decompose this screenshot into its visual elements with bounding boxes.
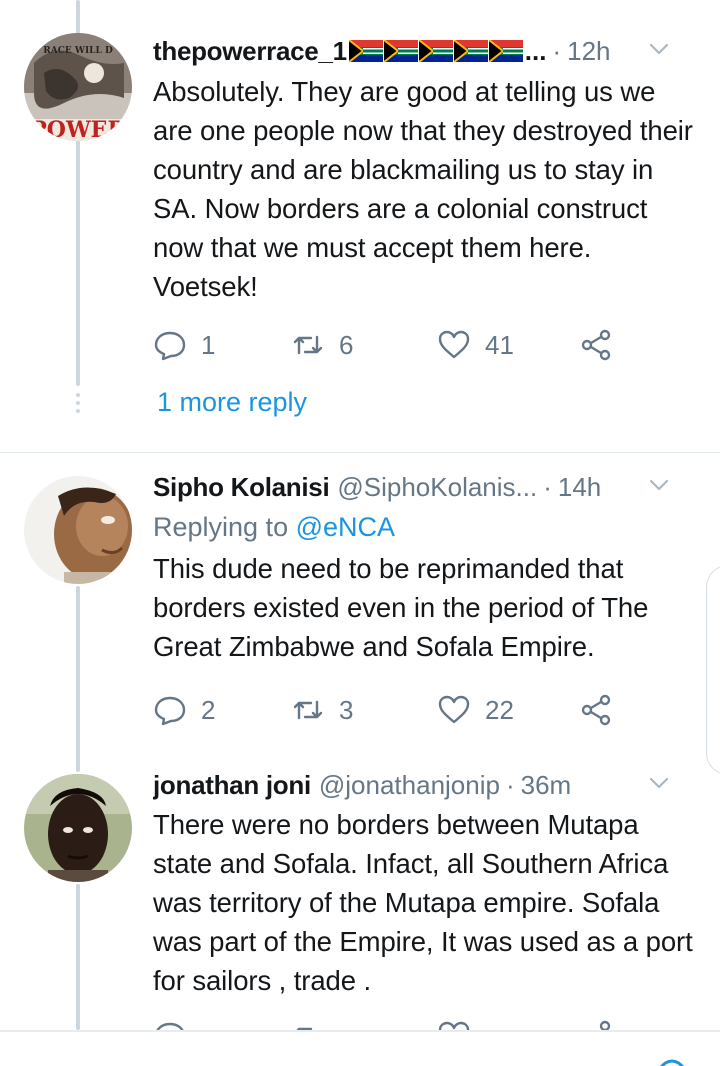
retweet-button[interactable] xyxy=(291,1016,325,1030)
like-icon xyxy=(438,695,470,724)
south-africa-flag-icon xyxy=(418,40,453,62)
separator-dot: · xyxy=(543,471,552,502)
avatar[interactable] xyxy=(24,476,132,584)
share-button[interactable] xyxy=(579,1016,613,1030)
tweet-text: There were no borders between Mutapa sta… xyxy=(153,809,693,996)
divider xyxy=(0,452,720,453)
like-icon xyxy=(438,330,470,359)
share-button[interactable] xyxy=(579,325,613,365)
retweet-count: 3 xyxy=(339,694,354,725)
avatar[interactable] xyxy=(24,774,132,882)
share-icon xyxy=(599,1020,611,1030)
south-africa-flag-icon xyxy=(453,40,488,62)
more-replies-link[interactable]: 1 more reply xyxy=(157,387,307,418)
south-africa-flag-icon xyxy=(383,40,418,62)
flag-emojis xyxy=(348,40,523,62)
like-icon xyxy=(438,1021,470,1030)
retweet-button[interactable]: 6 xyxy=(291,325,353,365)
retweet-count: 6 xyxy=(339,329,354,360)
like-button[interactable]: 22 xyxy=(437,690,514,730)
svg-text:POWER: POWER xyxy=(30,117,126,141)
south-africa-flag-icon xyxy=(488,40,523,62)
thread-line xyxy=(76,586,80,772)
timestamp[interactable]: 36m xyxy=(521,770,572,801)
reply-button[interactable]: 1 xyxy=(153,325,215,365)
replying-to: Replying to @eNCA xyxy=(153,512,396,542)
compose-icon[interactable] xyxy=(656,1056,688,1066)
scroll-handle[interactable] xyxy=(706,565,720,775)
share-icon xyxy=(581,694,611,726)
chevron-down-icon[interactable] xyxy=(646,770,672,796)
retweet-icon xyxy=(293,700,323,720)
thread-line xyxy=(76,884,80,1030)
svg-text:RACE WILL D: RACE WILL D xyxy=(43,46,113,56)
avatar[interactable]: RACE WILL D POWER xyxy=(24,33,132,141)
tweet-text: This dude need to be reprimanded that bo… xyxy=(153,553,649,662)
bottom-bar xyxy=(0,1030,720,1066)
chevron-down-icon[interactable] xyxy=(646,472,672,498)
timestamp[interactable]: 12h xyxy=(567,36,610,67)
display-name[interactable]: jonathan joni xyxy=(153,770,311,801)
name-truncation: ... xyxy=(524,35,547,66)
like-count: 22 xyxy=(485,694,514,725)
reply-button[interactable] xyxy=(153,1016,187,1030)
share-icon xyxy=(581,329,611,361)
user-handle[interactable]: @SiphoKolanis... xyxy=(337,472,537,503)
user-handle[interactable]: @jonathanjonip xyxy=(319,770,500,801)
separator-dot: · xyxy=(552,35,562,66)
retweet-icon xyxy=(296,1027,313,1030)
display-name[interactable]: Sipho Kolanisi xyxy=(153,472,330,503)
south-africa-flag-icon xyxy=(348,40,383,62)
chevron-down-icon[interactable] xyxy=(646,36,672,62)
like-button[interactable]: 41 xyxy=(437,325,514,365)
retweet-icon xyxy=(293,335,323,355)
reply-count: 2 xyxy=(201,694,216,725)
reply-icon xyxy=(154,696,186,726)
reply-icon xyxy=(154,331,186,361)
mention-link[interactable]: @eNCA xyxy=(296,512,395,542)
timestamp[interactable]: 14h xyxy=(558,472,601,503)
display-name[interactable]: thepowerrace_1 xyxy=(153,36,347,67)
thread-dots xyxy=(74,393,82,417)
share-button[interactable] xyxy=(579,690,613,730)
like-count: 41 xyxy=(485,329,514,360)
separator-dot: · xyxy=(505,769,515,800)
like-button[interactable] xyxy=(437,1016,471,1030)
tweet-text: Absolutely. They are good at telling us … xyxy=(153,76,693,302)
retweet-button[interactable]: 3 xyxy=(291,690,353,730)
reply-icon xyxy=(156,1022,184,1030)
reply-count: 1 xyxy=(201,329,216,360)
reply-button[interactable]: 2 xyxy=(153,690,215,730)
